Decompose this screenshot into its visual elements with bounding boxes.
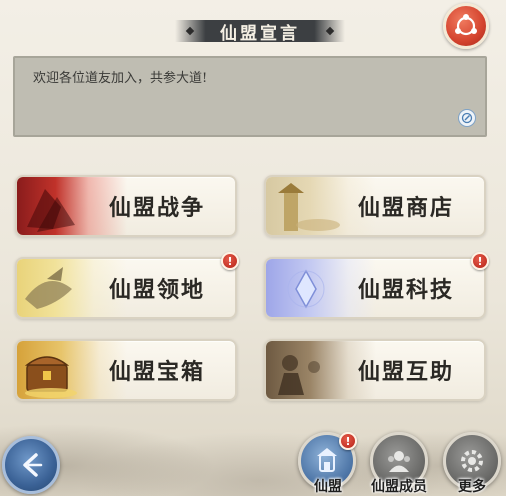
title-banner: 仙盟宣言 bbox=[175, 14, 345, 48]
alliance-shop-button[interactable]: 仙盟商店 bbox=[264, 175, 486, 237]
gear-icon bbox=[461, 450, 483, 472]
page-title: 仙盟宣言 bbox=[220, 23, 300, 44]
alliance-tab-badge: ! bbox=[339, 432, 357, 450]
alliance-war-button[interactable]: 仙盟战争 bbox=[15, 175, 237, 237]
edit-icon bbox=[461, 112, 473, 124]
alliance-tech-button[interactable]: 仙盟科技 bbox=[264, 257, 486, 319]
feature-label: 仙盟领地 bbox=[108, 277, 205, 303]
declaration-box[interactable]: 欢迎各位道友加入，共参大道! bbox=[13, 56, 487, 137]
members-icon bbox=[388, 451, 410, 472]
feature-label: 仙盟互助 bbox=[357, 359, 454, 385]
edit-declaration-button[interactable] bbox=[458, 109, 476, 127]
alliance-chest-button[interactable]: 仙盟宝箱 bbox=[15, 339, 237, 401]
share-icon bbox=[455, 14, 477, 36]
back-button[interactable] bbox=[2, 436, 60, 494]
feature-label: 仙盟战争 bbox=[108, 195, 205, 221]
alliance-mutual-aid-button[interactable]: 仙盟互助 bbox=[264, 339, 486, 401]
feature-label: 仙盟科技 bbox=[357, 277, 454, 303]
feature-label: 仙盟宝箱 bbox=[108, 359, 205, 385]
feature-label: 仙盟商店 bbox=[357, 195, 454, 221]
territory-alert-badge: ! bbox=[221, 252, 239, 270]
more-label: 更多 bbox=[458, 479, 486, 495]
declaration-text: 欢迎各位道友加入，共参大道! bbox=[33, 71, 208, 86]
alliance-territory-button[interactable]: 仙盟领地 bbox=[15, 257, 237, 319]
tech-alert-badge: ! bbox=[471, 252, 489, 270]
alliance-tab-label: 仙盟 bbox=[314, 479, 342, 495]
members-label: 仙盟成员 bbox=[371, 479, 427, 495]
alliance-hall-icon bbox=[317, 448, 337, 472]
share-button[interactable] bbox=[443, 3, 489, 49]
back-arrow-icon bbox=[23, 453, 43, 477]
